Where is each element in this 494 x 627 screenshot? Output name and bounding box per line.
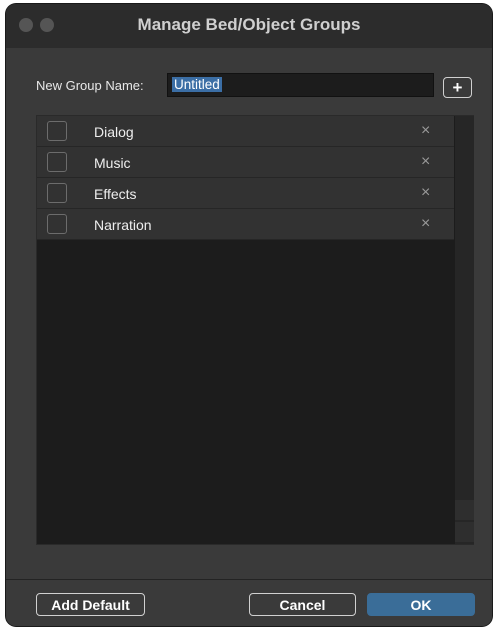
add-group-button[interactable]: +: [443, 77, 472, 98]
list-item[interactable]: Effects ×: [37, 178, 454, 209]
delete-icon[interactable]: ×: [421, 122, 430, 140]
group-name: Dialog: [94, 124, 134, 140]
group-checkbox[interactable]: [47, 214, 67, 234]
new-group-name-input[interactable]: Untitled: [167, 73, 434, 97]
scroll-down-arrow[interactable]: [455, 522, 474, 542]
list-item[interactable]: Music ×: [37, 147, 454, 178]
group-list: Dialog × Music × Effects × Narration ×: [36, 115, 474, 545]
dialog-content: New Group Name: Untitled + Dialog × Musi…: [6, 48, 492, 579]
dialog-title: Manage Bed/Object Groups: [137, 15, 361, 34]
group-checkbox[interactable]: [47, 152, 67, 172]
group-checkbox[interactable]: [47, 183, 67, 203]
list-item[interactable]: Narration ×: [37, 209, 454, 240]
scroll-up-arrow[interactable]: [455, 500, 474, 520]
dialog-window: Manage Bed/Object Groups New Group Name:…: [6, 4, 492, 626]
ok-button[interactable]: OK: [367, 593, 475, 616]
group-name: Narration: [94, 217, 152, 233]
list-scrollbar[interactable]: [455, 116, 474, 544]
plus-icon: +: [452, 78, 463, 97]
new-group-name-label: New Group Name:: [36, 78, 144, 93]
group-checkbox[interactable]: [47, 121, 67, 141]
delete-icon[interactable]: ×: [421, 215, 430, 233]
list-item[interactable]: Dialog ×: [37, 116, 454, 147]
cancel-button[interactable]: Cancel: [249, 593, 356, 616]
group-name: Music: [94, 155, 131, 171]
add-default-button[interactable]: Add Default: [36, 593, 145, 616]
new-group-name-value: Untitled: [172, 77, 222, 92]
group-name: Effects: [94, 186, 137, 202]
delete-icon[interactable]: ×: [421, 153, 430, 171]
title-bar: Manage Bed/Object Groups: [6, 4, 492, 48]
dialog-footer: Add Default Cancel OK: [6, 579, 492, 626]
delete-icon[interactable]: ×: [421, 184, 430, 202]
